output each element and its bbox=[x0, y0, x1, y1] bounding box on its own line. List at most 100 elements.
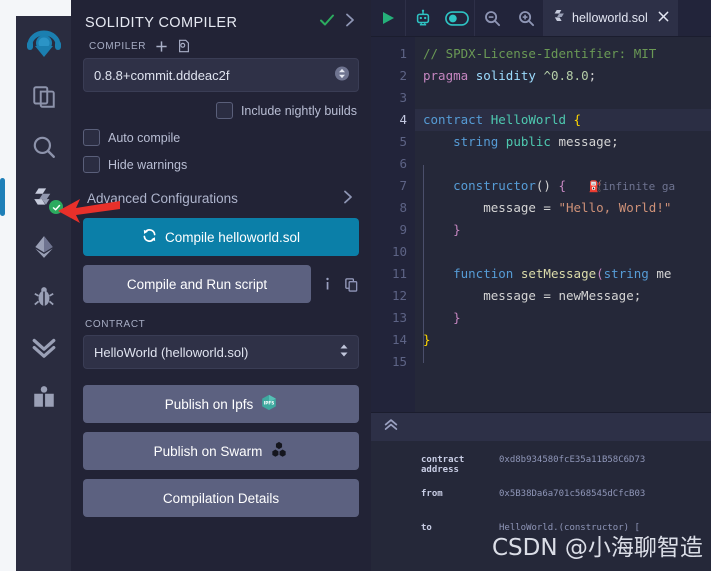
compiler-section-label: COMPILER bbox=[71, 35, 371, 58]
hide-warnings-checkbox[interactable] bbox=[83, 156, 100, 173]
robot-icon[interactable] bbox=[406, 0, 440, 36]
editor-area: helloworld.sol 1 2 3 4 5 6 7 8 9 10 11 1… bbox=[371, 0, 711, 571]
compilation-details-button[interactable]: Compilation Details bbox=[83, 479, 359, 517]
zoom-out-icon[interactable] bbox=[475, 0, 509, 36]
line-number: 11 bbox=[391, 266, 407, 281]
refresh-icon bbox=[142, 228, 157, 246]
sidebar-item-debugger[interactable] bbox=[16, 272, 71, 322]
line-number: 15 bbox=[391, 354, 407, 369]
terminal-row: from 0x5B38Da6a701c568545dCfcB03 bbox=[371, 489, 711, 523]
advanced-configurations-toggle[interactable]: Advanced Configurations bbox=[87, 189, 355, 208]
compiler-version-value: 0.8.8+commit.dddeac2f bbox=[94, 67, 230, 83]
stepper-icon[interactable] bbox=[338, 343, 350, 362]
publish-on-ipfs-button[interactable]: Publish on Ipfs IPFS bbox=[83, 385, 359, 423]
advanced-configurations-label: Advanced Configurations bbox=[87, 191, 238, 206]
swarm-icon bbox=[270, 441, 288, 462]
code-text[interactable]: // SPDX-License-Identifier: MIT pragma s… bbox=[415, 37, 711, 412]
terminal-panel[interactable]: contract address 0xd8b934580fcE35a11B58C… bbox=[371, 441, 711, 571]
line-number-gutter: 1 2 3 4 5 6 7 8 9 10 11 12 13 14 15 bbox=[371, 37, 415, 412]
deploy-run-icon bbox=[34, 236, 53, 258]
auto-compile-checkbox[interactable] bbox=[83, 129, 100, 146]
terminal-toggle-bar[interactable] bbox=[371, 412, 711, 441]
line-number: 4 bbox=[399, 112, 407, 127]
auto-compile-row[interactable]: Auto compile bbox=[83, 129, 359, 146]
code-line: contract HelloWorld { bbox=[415, 109, 711, 131]
line-number: 10 bbox=[391, 244, 407, 259]
remix-ide-window: SOLIDITY COMPILER COMPILER 0.8.8+commit.… bbox=[0, 0, 711, 571]
code-line: constructor() { ⛽infinite ga bbox=[453, 178, 676, 193]
search-icon bbox=[33, 136, 55, 158]
contract-select[interactable]: HelloWorld (helloworld.sol) bbox=[83, 335, 359, 369]
compile-button[interactable]: Compile helloworld.sol bbox=[83, 218, 359, 256]
hide-warnings-row[interactable]: Hide warnings bbox=[83, 156, 359, 173]
sidebar-item-search[interactable] bbox=[16, 122, 71, 172]
zoom-group bbox=[475, 0, 544, 36]
line-number: 12 bbox=[391, 288, 407, 303]
zoom-in-icon[interactable] bbox=[509, 0, 543, 36]
terminal-value[interactable]: 0xd8b934580fcE35a11B58C6D73 bbox=[499, 455, 645, 465]
panel-body: 0.8.8+commit.dddeac2f Include nightly bu… bbox=[71, 58, 371, 517]
compile-and-run-label: Compile and Run script bbox=[126, 276, 268, 292]
compile-success-check-icon[interactable] bbox=[319, 12, 335, 33]
ai-toggle-switch[interactable] bbox=[440, 0, 474, 36]
code-line: // SPDX-License-Identifier: MIT bbox=[423, 46, 657, 61]
auto-compile-label: Auto compile bbox=[108, 130, 181, 145]
gas-estimate-label: infinite ga bbox=[602, 180, 676, 193]
chevron-double-up-icon[interactable] bbox=[383, 417, 399, 438]
sidebar-item-plugin-manager[interactable] bbox=[16, 322, 71, 372]
stepper-icon[interactable] bbox=[334, 66, 350, 85]
code-line: } bbox=[453, 222, 461, 237]
sidebar-item-learn[interactable] bbox=[16, 372, 71, 422]
nightly-builds-row[interactable]: Include nightly builds bbox=[83, 102, 359, 119]
code-viewport[interactable]: 1 2 3 4 5 6 7 8 9 10 11 12 13 14 15 // S… bbox=[371, 37, 711, 412]
nightly-builds-label: Include nightly builds bbox=[240, 103, 357, 118]
file-gear-icon[interactable] bbox=[177, 39, 191, 53]
sidebar-item-file-explorer[interactable] bbox=[16, 72, 71, 122]
compiled-success-badge bbox=[49, 200, 63, 214]
terminal-value[interactable]: 0x5B38Da6a701c568545dCfcB03 bbox=[499, 489, 645, 499]
code-line: message = newMessage; bbox=[483, 288, 642, 303]
terminal-row: to HelloWorld.(constructor) [ bbox=[371, 523, 711, 557]
active-indicator bbox=[0, 178, 5, 216]
sidebar-item-solidity-compiler[interactable] bbox=[0, 172, 71, 222]
editor-tab-helloworld[interactable]: helloworld.sol bbox=[544, 0, 678, 36]
code-line: pragma solidity ^0.8.0; bbox=[423, 68, 597, 83]
nightly-builds-checkbox[interactable] bbox=[215, 102, 233, 119]
remix-logo[interactable] bbox=[16, 16, 71, 72]
terminal-value[interactable]: HelloWorld.(constructor) [ bbox=[499, 523, 640, 533]
gas-estimate-icon: ⛽ bbox=[588, 180, 603, 193]
close-icon[interactable] bbox=[658, 11, 669, 25]
info-icon[interactable] bbox=[321, 276, 334, 292]
copy-icon[interactable] bbox=[344, 277, 359, 292]
line-number: 9 bbox=[399, 222, 407, 237]
code-line: message = "Hello, World!" bbox=[483, 200, 672, 215]
ipfs-icon: IPFS bbox=[261, 394, 277, 414]
line-number: 2 bbox=[399, 68, 407, 83]
panel-header: SOLIDITY COMPILER bbox=[71, 0, 371, 35]
line-number: 5 bbox=[399, 134, 407, 149]
solidity-compiler-panel: SOLIDITY COMPILER COMPILER 0.8.8+commit.… bbox=[71, 0, 371, 571]
chevron-right-icon[interactable] bbox=[343, 12, 357, 33]
code-line: function setMessage(string me bbox=[453, 266, 672, 281]
line-number: 3 bbox=[399, 90, 407, 105]
compile-and-run-script-button[interactable]: Compile and Run script bbox=[83, 265, 311, 303]
compile-and-run-row: Compile and Run script bbox=[83, 265, 359, 303]
run-script-button[interactable] bbox=[371, 0, 406, 36]
code-line: string public message; bbox=[453, 134, 619, 149]
editor-tab-label: helloworld.sol bbox=[572, 11, 648, 25]
terminal-key: contract address bbox=[421, 455, 465, 475]
compiler-version-select[interactable]: 0.8.8+commit.dddeac2f bbox=[83, 58, 359, 92]
solidity-file-icon bbox=[553, 9, 566, 27]
terminal-row: contract address 0xd8b934580fcE35a11B58C… bbox=[371, 455, 711, 489]
sidebar-item-deploy-run[interactable] bbox=[16, 222, 71, 272]
publish-ipfs-label: Publish on Ipfs bbox=[164, 396, 254, 412]
file-explorer-icon bbox=[32, 86, 55, 108]
activity-icon-bar bbox=[0, 16, 71, 571]
ai-assistant-group bbox=[406, 0, 475, 36]
code-line: } bbox=[453, 310, 461, 325]
plus-icon[interactable] bbox=[155, 40, 168, 53]
line-number: 6 bbox=[399, 156, 407, 171]
publish-on-swarm-button[interactable]: Publish on Swarm bbox=[83, 432, 359, 470]
